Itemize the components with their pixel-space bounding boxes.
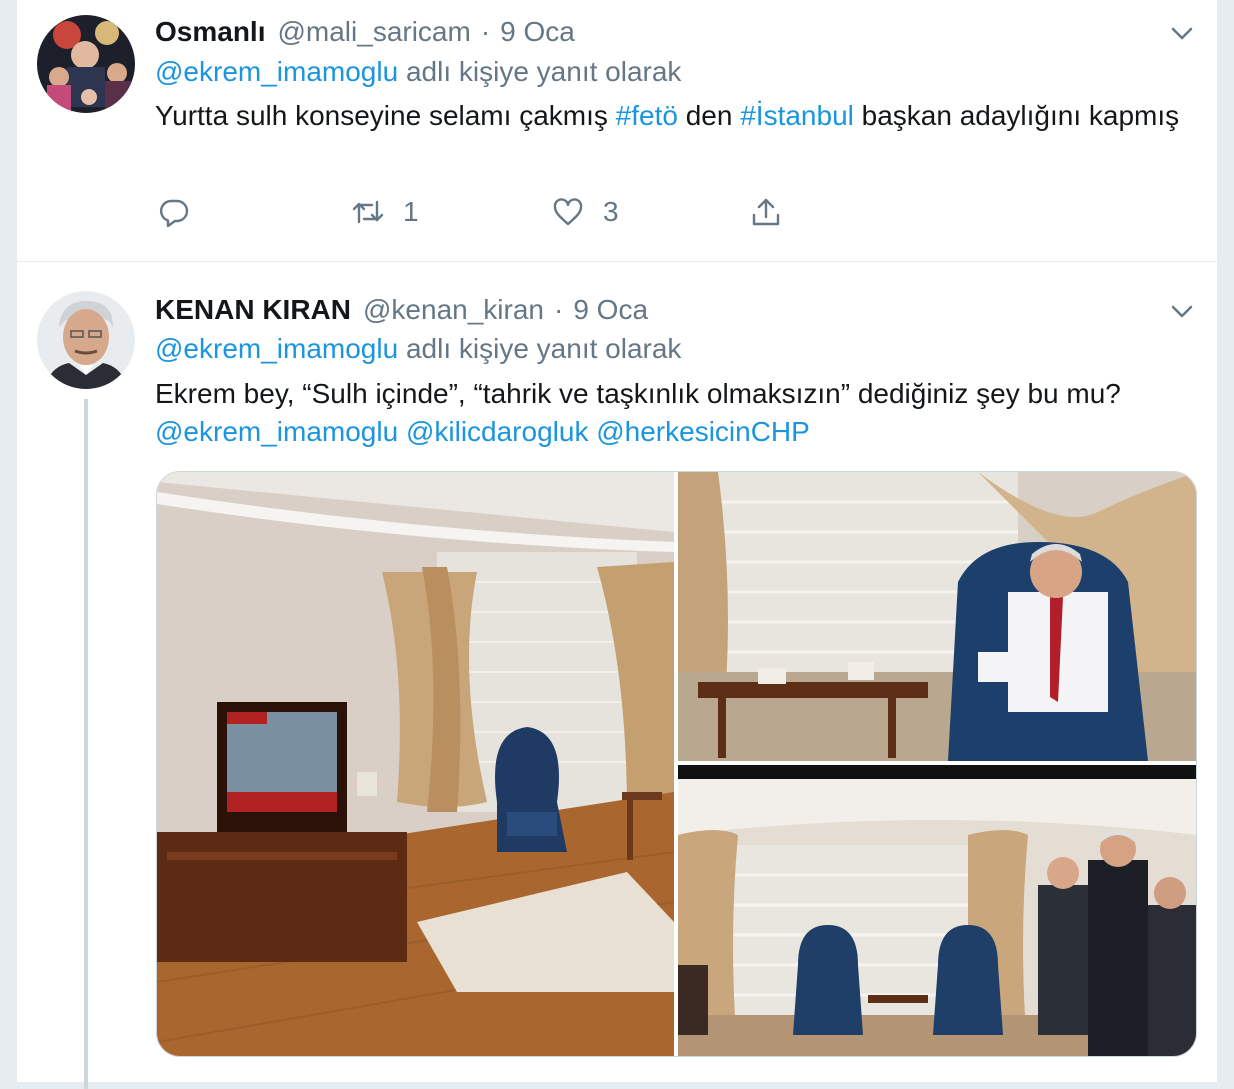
reply-context-label: adlı kişiye yanıt olarak <box>398 333 682 364</box>
like-button[interactable]: 3 <box>551 192 619 232</box>
retweet-icon <box>352 200 384 224</box>
tweet-text: Ekrem bey, “Sulh içinde”, “tahrik ve taş… <box>155 375 1195 451</box>
heart-icon <box>553 198 583 226</box>
tweet-text-part: Ekrem bey, “Sulh içinde”, “tahrik ve taş… <box>155 378 1121 409</box>
reply-button[interactable] <box>157 192 191 232</box>
tweet[interactable]: KENAN KIRAN @kenan_kiran · 9 Oca @ekrem_… <box>17 263 1217 1089</box>
mention-link[interactable]: @kilicdarogluk <box>406 416 589 447</box>
reply-to-link[interactable]: @ekrem_imamoglu <box>155 333 398 364</box>
media-grid <box>156 471 1197 1057</box>
mention-link[interactable]: @ekrem_imamoglu <box>155 416 398 447</box>
tweet-header: KENAN KIRAN @kenan_kiran · 9 Oca <box>155 292 648 328</box>
separator: · <box>480 16 491 47</box>
display-name[interactable]: KENAN KIRAN <box>155 294 351 326</box>
hashtag-link[interactable]: #fetö <box>616 100 678 131</box>
tweet-text: Yurtta sulh konseyine selamı çakmış #fet… <box>155 97 1195 135</box>
tweet-date[interactable]: 9 Oca <box>500 16 575 48</box>
tweet-actions: 1 3 <box>155 192 855 232</box>
retweet-count: 1 <box>403 196 419 227</box>
chevron-down-icon[interactable] <box>1167 296 1197 326</box>
reply-context-label: adlı kişiye yanıt olarak <box>398 56 682 87</box>
tweet-text-part: Yurtta sulh konseyine selamı çakmış <box>155 100 616 131</box>
like-count: 3 <box>603 196 619 227</box>
mention-link[interactable]: @herkesicinCHP <box>596 416 810 447</box>
retweet-button[interactable]: 1 <box>351 192 419 232</box>
tweet-date[interactable]: 9 Oca <box>573 294 648 326</box>
avatar[interactable] <box>37 291 135 389</box>
media-photo[interactable] <box>678 765 1196 1056</box>
tweet-text-part: den <box>677 100 741 131</box>
tweet[interactable]: Osmanlı @mali_saricam · 9 Oca @ekrem_ima… <box>17 0 1217 262</box>
media-photo[interactable] <box>157 472 674 1056</box>
media-photo[interactable] <box>678 472 1196 761</box>
reply-icon <box>159 199 189 228</box>
reply-context: @ekrem_imamoglu adlı kişiye yanıt olarak <box>155 56 681 92</box>
share-icon <box>752 198 780 226</box>
user-handle[interactable]: @mali_saricam <box>277 16 470 48</box>
reply-to-link[interactable]: @ekrem_imamoglu <box>155 56 398 87</box>
tweet-text-part <box>398 416 406 447</box>
chevron-down-icon[interactable] <box>1167 18 1197 48</box>
share-button[interactable] <box>749 192 783 232</box>
reply-context: @ekrem_imamoglu adlı kişiye yanıt olarak <box>155 333 681 369</box>
thread-connector <box>84 399 88 1089</box>
hashtag-link[interactable]: #İstanbul <box>740 100 854 131</box>
tweet-text-part: başkan adaylığını kapmış <box>853 100 1180 131</box>
display-name[interactable]: Osmanlı <box>155 16 265 48</box>
timeline: Osmanlı @mali_saricam · 9 Oca @ekrem_ima… <box>17 0 1217 1089</box>
separator: · <box>553 294 564 325</box>
tweet-header: Osmanlı @mali_saricam · 9 Oca <box>155 14 575 50</box>
avatar[interactable] <box>37 15 135 113</box>
user-handle[interactable]: @kenan_kiran <box>363 294 544 326</box>
